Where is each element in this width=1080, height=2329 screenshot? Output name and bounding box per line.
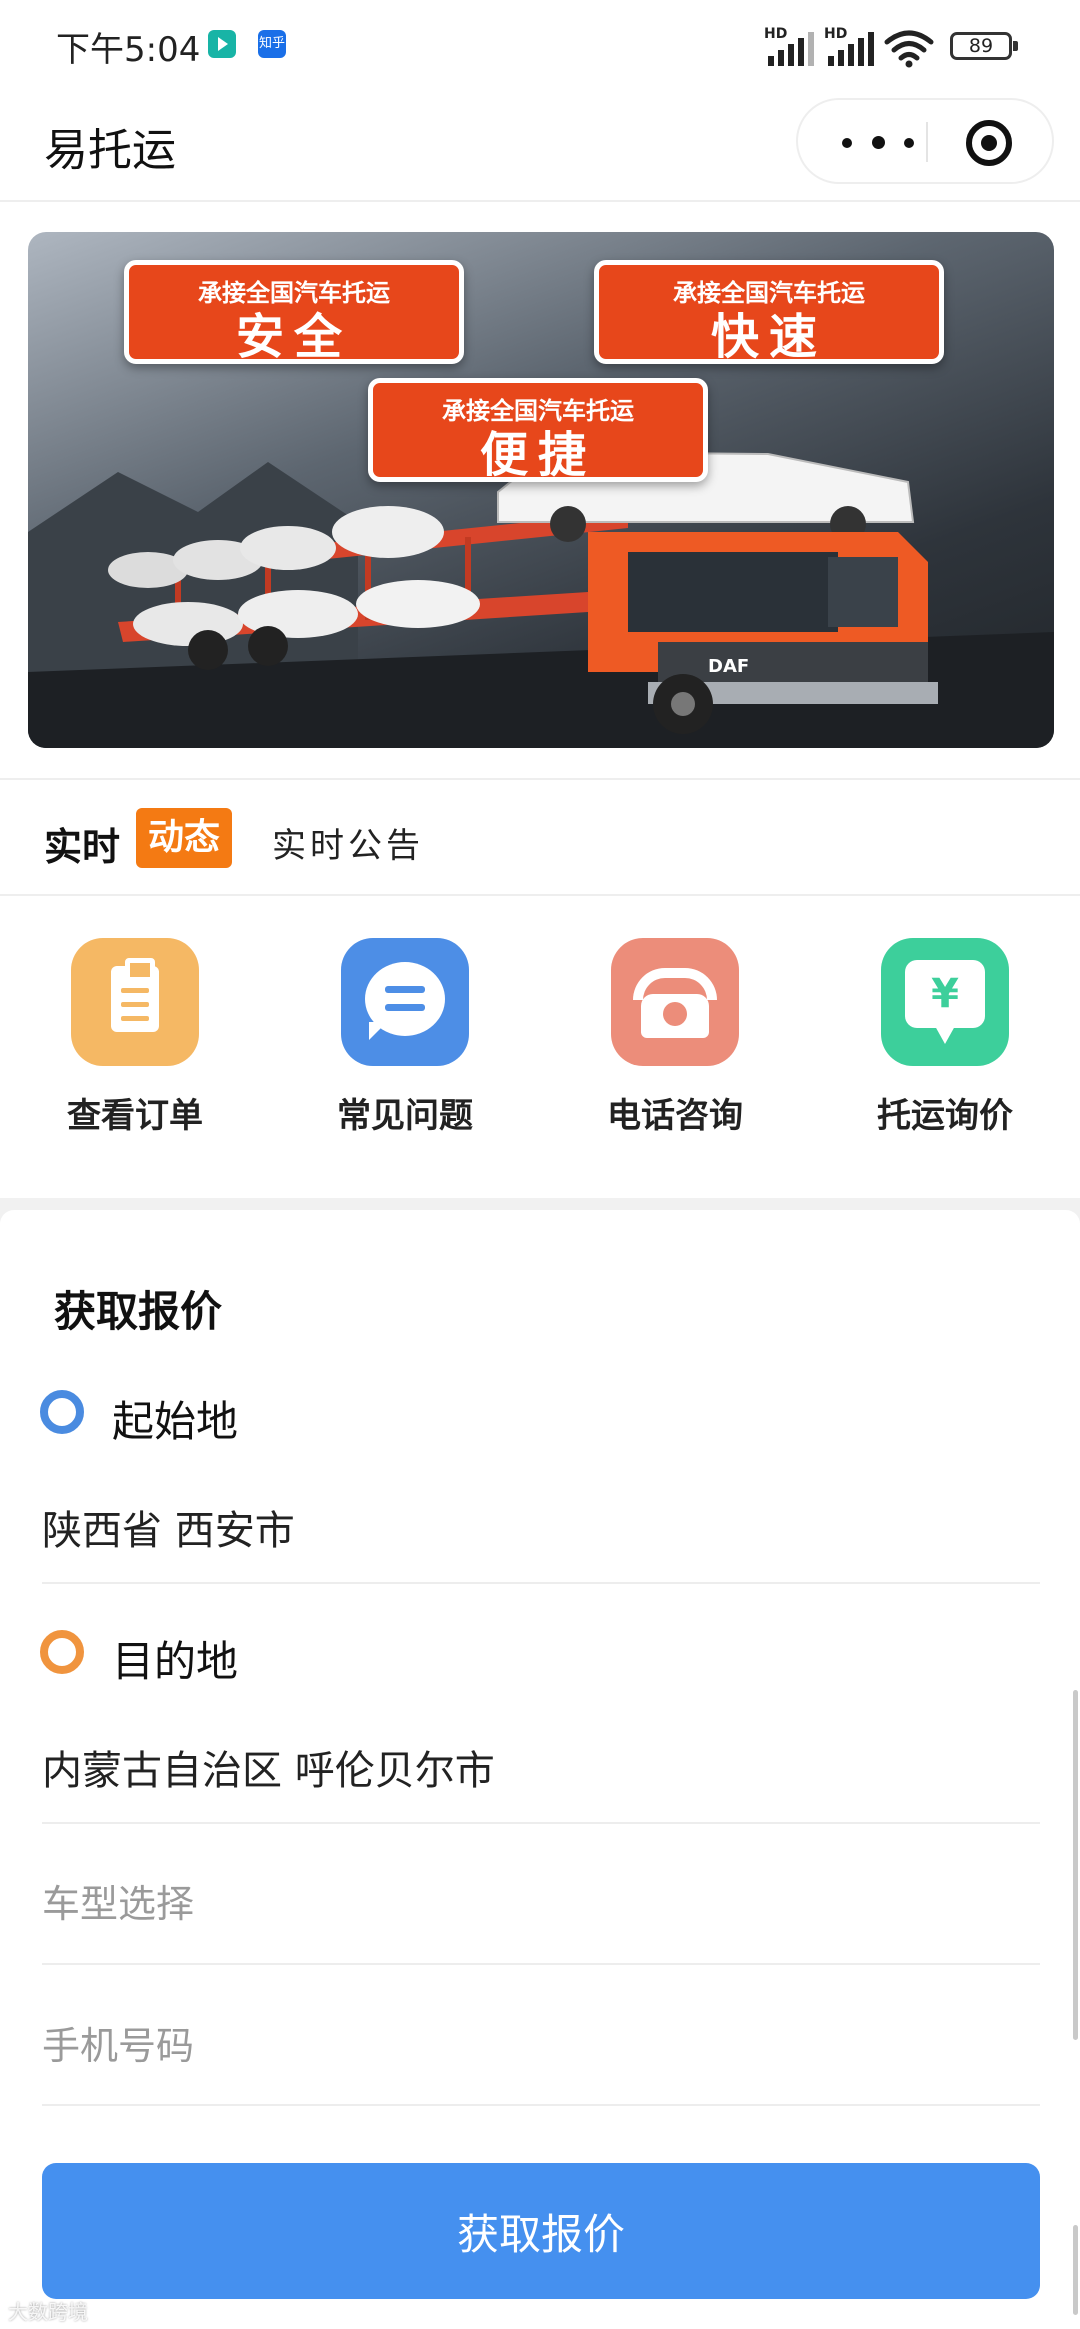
quick-actions-grid: 查看订单 常见问题 电话咨询 ¥ 托运询价 <box>0 898 1080 1198</box>
banner-tag-title: 安全 <box>235 309 352 365</box>
form-divider <box>42 2104 1040 2106</box>
mini-program-nav-bar: 易托运 <box>0 92 1080 202</box>
form-divider <box>42 1822 1040 1824</box>
form-title: 获取报价 <box>54 1287 223 1336</box>
telephone-icon <box>611 938 739 1066</box>
more-options-button[interactable] <box>834 100 924 182</box>
status-bar: 下午5:04 知乎 HD HD 89 <box>0 0 1080 92</box>
origin-dot-icon <box>40 1390 84 1434</box>
battery-icon: 89 <box>950 32 1018 60</box>
phone-number-input[interactable] <box>42 2006 1040 2086</box>
quote-form: 获取报价 起始地 陕西省 西安市 目的地 内蒙古自治区 呼伦贝尔市 获取报价 <box>0 1230 1080 2329</box>
phone-consult-button[interactable]: 电话咨询 <box>540 938 810 1158</box>
page-title: 易托运 <box>44 125 176 176</box>
yen-symbol: ¥ <box>905 960 985 1044</box>
faq-button[interactable]: 常见问题 <box>270 938 540 1158</box>
destination-label: 目的地 <box>112 1637 239 1686</box>
close-mini-program-button[interactable] <box>966 120 1012 166</box>
car-type-select[interactable] <box>42 1864 1040 1944</box>
form-divider <box>42 1963 1040 1965</box>
chat-bubble-icon <box>341 938 469 1066</box>
more-dot-icon <box>904 138 914 148</box>
truck-brand-text: DAF <box>708 656 749 677</box>
scrollbar[interactable] <box>1073 2225 1078 2315</box>
yen-bubble-icon: ¥ <box>881 938 1009 1066</box>
zhihu-app-icon: 知乎 <box>258 30 286 58</box>
origin-label: 起始地 <box>112 1397 239 1446</box>
signal-strength-icon: HD <box>764 26 818 66</box>
video-app-icon <box>208 30 236 58</box>
scrollbar[interactable] <box>1073 1690 1078 2040</box>
news-label-realtime: 实时 <box>44 825 121 869</box>
banner-tag-safe: 承接全国汽车托运 安全 <box>124 260 464 365</box>
clipboard-icon <box>71 938 199 1066</box>
signal-strength-icon: HD <box>824 26 878 66</box>
shipping-price-inquiry-button[interactable]: ¥ 托运询价 <box>810 938 1080 1158</box>
news-ticker-text[interactable]: 实时公告 <box>272 818 424 867</box>
watermark: 大数跨境 <box>8 2300 88 2324</box>
view-orders-button[interactable]: 查看订单 <box>0 938 270 1158</box>
banner-tag-subtitle: 承接全国汽车托运 <box>673 279 865 307</box>
quick-action-label: 托运询价 <box>877 1096 1013 1136</box>
more-dot-icon <box>842 138 852 148</box>
origin-picker[interactable]: 陕西省 西安市 <box>42 1498 295 1556</box>
quick-action-label: 常见问题 <box>337 1096 473 1136</box>
banner-tag-convenient: 承接全国汽车托运 便捷 <box>368 378 708 483</box>
wifi-icon <box>884 30 934 68</box>
more-dot-icon <box>872 136 885 149</box>
get-quote-button[interactable]: 获取报价 <box>42 2163 1040 2299</box>
capsule-menu <box>796 98 1054 184</box>
banner-tag-subtitle: 承接全国汽车托运 <box>442 397 634 425</box>
promo-banner[interactable]: DAF 承接全国汽车托运 安全 承接全国汽车托运 快速 承接全国汽车托运 便捷 <box>28 232 1054 748</box>
quick-action-label: 电话咨询 <box>607 1096 743 1136</box>
realtime-news-bar[interactable]: 实时 动态 实时公告 <box>0 778 1080 896</box>
destination-dot-icon <box>40 1630 84 1674</box>
section-divider <box>0 1198 1080 1230</box>
banner-tag-title: 快速 <box>710 309 827 365</box>
banner-tag-fast: 承接全国汽车托运 快速 <box>594 260 944 365</box>
banner-tag-title: 便捷 <box>479 427 596 483</box>
form-divider <box>42 1582 1040 1584</box>
signal-hd-label: HD <box>764 26 788 42</box>
destination-picker[interactable]: 内蒙古自治区 呼伦贝尔市 <box>42 1738 495 1796</box>
quick-action-label: 查看订单 <box>67 1096 203 1136</box>
banner-tag-subtitle: 承接全国汽车托运 <box>198 279 390 307</box>
capsule-divider <box>926 122 928 162</box>
signal-hd-label: HD <box>824 26 848 42</box>
status-time: 下午5:04 <box>56 30 201 70</box>
news-label-dynamic-badge: 动态 <box>136 808 233 868</box>
